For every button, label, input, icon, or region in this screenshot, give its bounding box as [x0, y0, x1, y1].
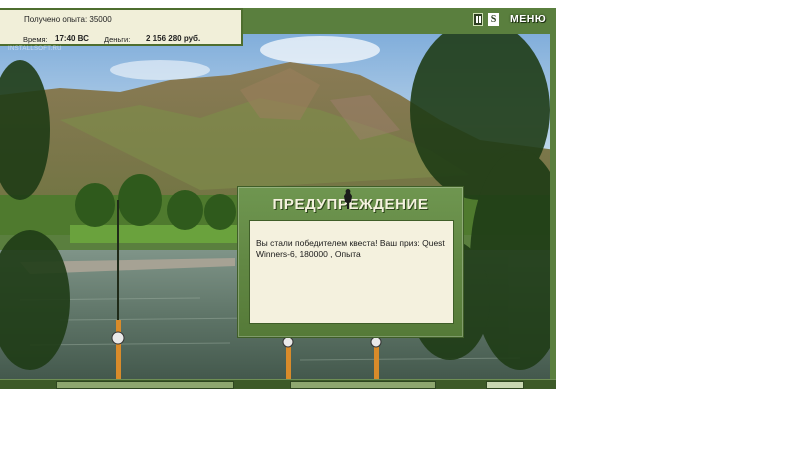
experience-text: Получено опыта: 35000	[24, 15, 112, 24]
money-value: 2 156 280 руб.	[146, 34, 201, 43]
time-value: 17:40 ВС	[55, 34, 89, 43]
money-label: Деньги:	[104, 35, 131, 44]
watermark: INSTALLSOFT.RU	[8, 46, 62, 52]
time-label: Время:	[23, 35, 48, 44]
status-panel: Получено опыта: 35000 Время: 17:40 ВС Де…	[0, 8, 243, 46]
bottom-slot-middle[interactable]	[290, 381, 436, 389]
sound-button[interactable]: S	[488, 13, 499, 26]
game-window: Получено опыта: 35000 Время: 17:40 ВС Де…	[0, 0, 556, 389]
pause-icon[interactable]	[473, 13, 483, 26]
bottom-slot-left[interactable]	[56, 381, 234, 389]
cursor-icon	[344, 189, 352, 209]
menu-button[interactable]: МЕНЮ	[510, 13, 546, 26]
dialog-message[interactable]: Вы стали победителем квеста! Ваш приз: Q…	[249, 220, 454, 324]
bottom-slot-right[interactable]	[486, 381, 524, 389]
